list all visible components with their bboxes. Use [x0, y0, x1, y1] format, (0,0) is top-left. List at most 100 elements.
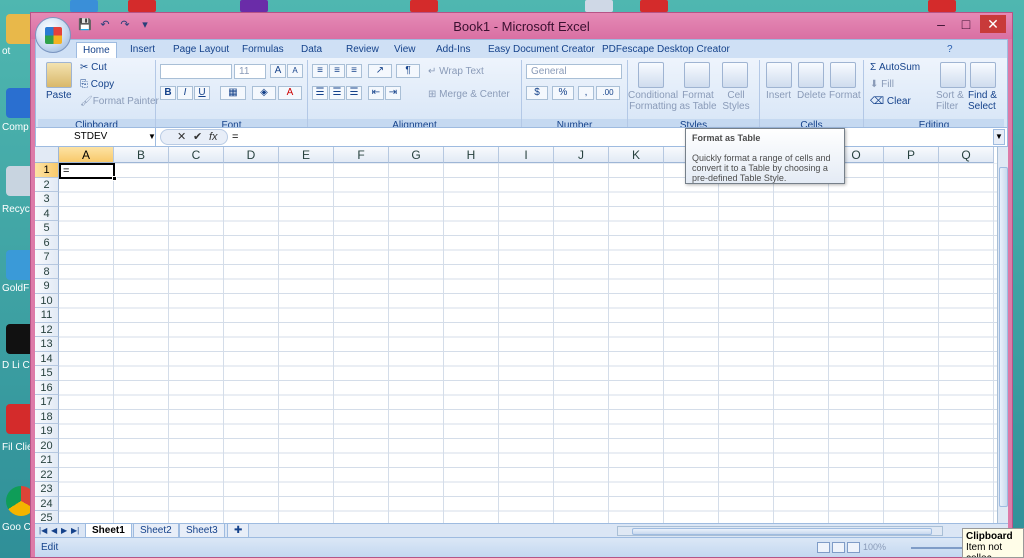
column-header[interactable]: Q	[939, 147, 994, 163]
zoom-level[interactable]: 100%	[863, 542, 886, 552]
clipboard-notification[interactable]: Clipboard Item not collec	[962, 528, 1024, 558]
tab-easy-document-creator[interactable]: Easy Document Creator	[482, 42, 601, 58]
paste-icon[interactable]	[46, 62, 72, 88]
conditional-formatting-icon[interactable]	[638, 62, 664, 88]
column-header[interactable]: F	[334, 147, 389, 163]
tab-home[interactable]: Home	[76, 42, 117, 58]
enter-icon[interactable]: ✔	[193, 130, 202, 144]
column-header[interactable]: C	[169, 147, 224, 163]
formula-input[interactable]: =	[232, 128, 238, 146]
cancel-icon[interactable]: ✕	[177, 130, 186, 144]
cell-styles-icon[interactable]	[722, 62, 748, 88]
chevron-down-icon[interactable]: ▼	[148, 128, 156, 146]
format-as-table-label[interactable]: Format	[678, 90, 718, 101]
column-header[interactable]: A	[59, 147, 114, 163]
prev-sheet-icon[interactable]: ◀	[51, 524, 57, 537]
delete-button[interactable]: Delete	[797, 90, 826, 101]
row-header[interactable]: 13	[35, 337, 59, 352]
fill-button[interactable]: ⬇ Fill	[870, 79, 894, 90]
desktop-top-icon[interactable]	[585, 0, 613, 12]
sort-filter-label[interactable]: Filter	[936, 101, 958, 112]
desktop-top-icon[interactable]	[128, 0, 156, 12]
wrap-text-button[interactable]: ↵ Wrap Text	[428, 66, 484, 77]
last-sheet-icon[interactable]: ▶|	[71, 524, 79, 537]
format-button[interactable]: Format	[829, 90, 861, 101]
pdf-icon[interactable]	[640, 0, 668, 12]
tab-page-layout[interactable]: Page Layout	[167, 42, 235, 58]
column-header[interactable]: J	[554, 147, 609, 163]
format-as-table-icon[interactable]	[684, 62, 710, 88]
decrease-indent-icon[interactable]: ⇤	[368, 86, 384, 100]
align-center-icon[interactable]: ☰	[329, 86, 345, 100]
row-header[interactable]: 4	[35, 206, 59, 221]
copy-button[interactable]: ⎘ Copy	[80, 79, 114, 90]
column-header[interactable]: E	[279, 147, 334, 163]
delete-cells-icon[interactable]	[798, 62, 824, 88]
align-right-icon[interactable]: ☰	[346, 86, 362, 100]
sheet-tab-1[interactable]: Sheet1	[85, 524, 132, 538]
horizontal-scroll-thumb[interactable]	[632, 528, 932, 535]
row-header[interactable]: 5	[35, 221, 59, 236]
sort-filter-label[interactable]: Sort &	[936, 90, 964, 101]
insert-button[interactable]: Insert	[766, 90, 791, 101]
tab-formulas[interactable]: Formulas	[236, 42, 290, 58]
rtl-icon[interactable]: ¶	[396, 64, 420, 78]
conditional-formatting-label[interactable]: Formatting	[628, 101, 678, 112]
format-cells-icon[interactable]	[830, 62, 856, 88]
customize-qat-icon[interactable]: ▾	[137, 18, 153, 32]
insert-function-icon[interactable]: fx	[209, 130, 218, 144]
number-format-box[interactable]: General	[526, 64, 622, 79]
row-header[interactable]: 15	[35, 366, 59, 381]
row-header[interactable]: 8	[35, 264, 59, 279]
grow-font-button[interactable]: A	[270, 64, 286, 78]
bold-button[interactable]: B	[160, 86, 176, 100]
horizontal-scrollbar[interactable]	[617, 526, 943, 536]
row-header[interactable]: 18	[35, 409, 59, 424]
paste-button[interactable]: Paste	[46, 90, 72, 101]
increase-indent-icon[interactable]: ⇥	[385, 86, 401, 100]
column-header[interactable]: I	[499, 147, 554, 163]
cell-styles-label[interactable]: Styles	[718, 101, 754, 112]
clear-button[interactable]: ⌫ Clear	[870, 96, 911, 107]
next-sheet-icon[interactable]: ▶	[61, 524, 67, 537]
tab-pdfescape[interactable]: PDFescape Desktop Creator	[596, 42, 736, 58]
find-select-label[interactable]: Find &	[968, 90, 997, 101]
insert-sheet-icon[interactable]: ✚	[227, 524, 250, 538]
pdf-icon[interactable]	[928, 0, 956, 12]
row-header[interactable]: 2	[35, 177, 59, 192]
first-sheet-icon[interactable]: |◀	[39, 524, 47, 537]
orientation-icon[interactable]: ↗	[368, 64, 392, 78]
font-color-icon[interactable]: A	[278, 86, 302, 100]
column-header[interactable]: D	[224, 147, 279, 163]
cut-button[interactable]: ✂ Cut	[80, 62, 107, 73]
align-middle-icon[interactable]: ≡	[329, 64, 345, 78]
borders-icon[interactable]: ▦	[220, 86, 246, 100]
sheet-tab-3[interactable]: Sheet3	[179, 524, 225, 538]
undo-icon[interactable]: ↶	[97, 18, 113, 32]
row-header[interactable]: 3	[35, 192, 59, 207]
autosum-button[interactable]: Σ AutoSum	[870, 62, 920, 73]
maximize-button[interactable]: □	[953, 15, 979, 33]
page-break-view-icon[interactable]	[847, 542, 860, 553]
page-layout-view-icon[interactable]	[832, 542, 845, 553]
save-icon[interactable]: 💾	[77, 18, 93, 32]
minimize-button[interactable]: –	[928, 15, 954, 33]
currency-button[interactable]: $	[526, 86, 548, 100]
decimal-icon[interactable]: .00	[596, 86, 620, 100]
tab-review[interactable]: Review	[340, 42, 385, 58]
row-header[interactable]: 1	[35, 163, 59, 178]
fill-color-icon[interactable]: ◈	[252, 86, 276, 100]
underline-button[interactable]: U	[194, 86, 210, 100]
row-header[interactable]: 25	[35, 511, 59, 523]
desktop-top-icon[interactable]	[70, 0, 98, 12]
shrink-font-button[interactable]: A	[287, 64, 303, 78]
row-header[interactable]: 6	[35, 235, 59, 250]
tab-data[interactable]: Data	[295, 42, 328, 58]
row-header[interactable]: 10	[35, 293, 59, 308]
row-header[interactable]: 24	[35, 496, 59, 511]
cell-area[interactable]	[59, 163, 997, 523]
row-header[interactable]: 20	[35, 438, 59, 453]
sort-filter-icon[interactable]	[940, 62, 966, 88]
column-header[interactable]: G	[389, 147, 444, 163]
normal-view-icon[interactable]	[817, 542, 830, 553]
